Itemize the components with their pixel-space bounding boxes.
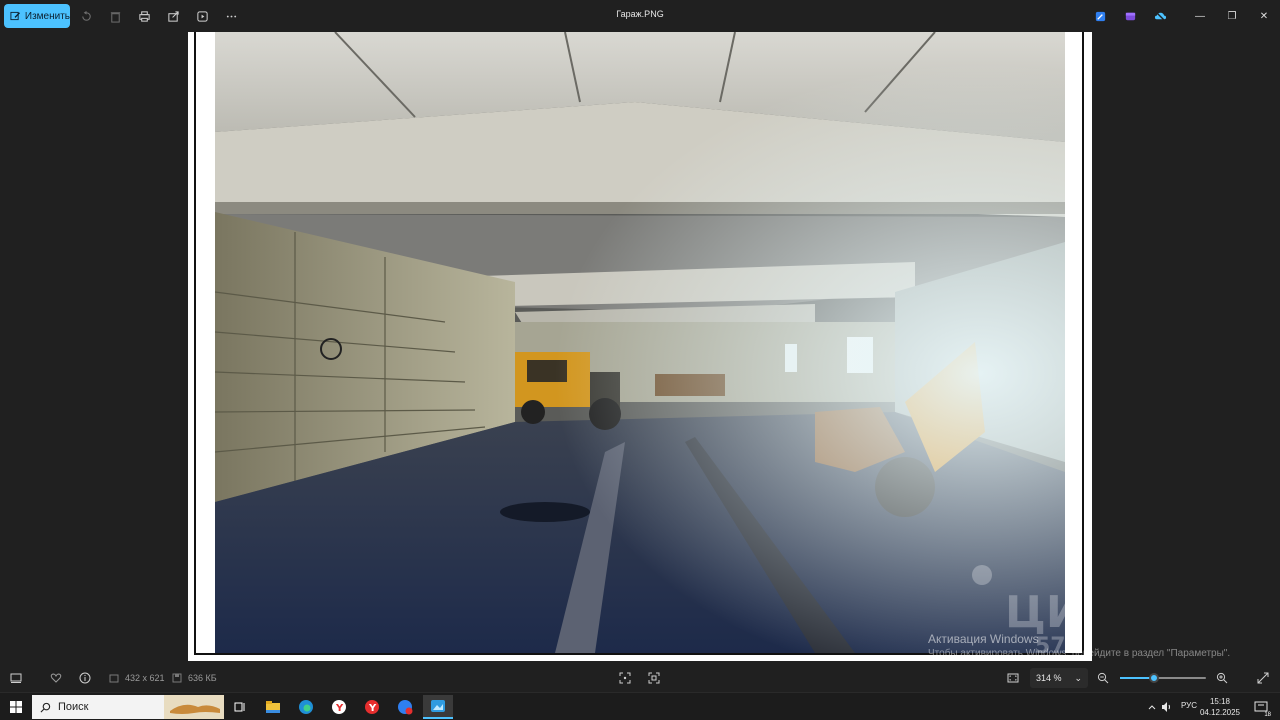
heart-icon bbox=[50, 673, 62, 683]
zoom-slider[interactable] bbox=[1120, 673, 1206, 683]
volume-button[interactable] bbox=[1158, 695, 1176, 719]
messenger-icon bbox=[398, 700, 413, 715]
favorite-button[interactable] bbox=[50, 671, 62, 685]
search-icon bbox=[40, 702, 51, 712]
image-canvas: ЦИАН 57647 Активация Windows Чтобы актив… bbox=[0, 32, 1280, 664]
window-title: Гараж.PNG bbox=[616, 9, 664, 19]
info-button[interactable] bbox=[79, 671, 91, 685]
notification-count: 18 bbox=[1264, 712, 1271, 718]
zoom-in-button[interactable] bbox=[1216, 671, 1228, 685]
speaker-icon bbox=[1162, 702, 1170, 712]
close-button[interactable]: ✕ bbox=[1253, 6, 1275, 26]
dimensions-icon bbox=[109, 674, 119, 683]
task-view-icon bbox=[234, 702, 245, 712]
filmstrip-icon bbox=[10, 673, 22, 683]
notifications-button[interactable]: 18 bbox=[1250, 695, 1272, 719]
search-highlight-art bbox=[164, 695, 224, 719]
clock-time: 15:18 bbox=[1209, 697, 1231, 706]
zoom-out-button[interactable] bbox=[1097, 671, 1109, 685]
taskbar-yandex[interactable]: Y bbox=[325, 695, 353, 719]
svg-text:Y: Y bbox=[335, 703, 344, 714]
fit-view-icon bbox=[619, 672, 631, 684]
taskbar-clock[interactable]: 15:18 04.12.2025 bbox=[1198, 696, 1242, 718]
title-bar: Изменить Гараж.PNG — ❐ ✕ bbox=[0, 0, 1280, 32]
onedrive-off-icon[interactable] bbox=[1150, 6, 1170, 26]
watermark-brand: ЦИАН bbox=[1005, 587, 1065, 638]
activation-subtitle: Чтобы активировать Windows, перейдите в … bbox=[928, 648, 1231, 659]
dimensions-info: 432 x 621 bbox=[108, 671, 165, 685]
crop-view-button[interactable] bbox=[648, 671, 660, 685]
dimensions-text: 432 x 621 bbox=[125, 673, 165, 683]
fullscreen-icon bbox=[1257, 672, 1269, 684]
photos-icon bbox=[431, 700, 445, 712]
editor-app-icon[interactable] bbox=[1090, 6, 1110, 26]
taskbar-search[interactable]: Поиск bbox=[32, 695, 224, 719]
fit-view-button[interactable] bbox=[619, 671, 631, 685]
task-view-button[interactable] bbox=[226, 695, 254, 719]
zoom-out-icon bbox=[1097, 672, 1109, 684]
fullscreen-button[interactable] bbox=[1257, 671, 1269, 685]
info-icon bbox=[79, 672, 91, 684]
yandex-icon: Y bbox=[365, 700, 379, 714]
filmstrip-toggle[interactable] bbox=[10, 671, 22, 685]
zoom-value: 314 % bbox=[1036, 673, 1062, 683]
edge-icon bbox=[299, 700, 313, 714]
status-bar: 432 x 621 636 КБ bbox=[0, 664, 1280, 692]
taskbar-messenger[interactable] bbox=[391, 695, 419, 719]
taskbar-photos[interactable] bbox=[423, 695, 453, 719]
minimize-button[interactable]: — bbox=[1189, 6, 1211, 26]
fit-window-button[interactable] bbox=[1007, 671, 1019, 685]
zoom-in-icon bbox=[1216, 672, 1228, 684]
search-placeholder: Поиск bbox=[58, 701, 89, 713]
activation-title: Активация Windows bbox=[928, 632, 1039, 646]
zoom-select[interactable]: 314 % ⌄ bbox=[1030, 668, 1088, 688]
restore-button[interactable]: ❐ bbox=[1221, 6, 1243, 26]
taskbar-yandex-2[interactable]: Y bbox=[358, 695, 386, 719]
start-button[interactable] bbox=[2, 695, 30, 719]
disk-icon bbox=[172, 673, 182, 683]
taskbar-edge[interactable] bbox=[292, 695, 320, 719]
fit-window-icon bbox=[1007, 673, 1019, 683]
clock-date: 04.12.2025 bbox=[1199, 708, 1241, 717]
crop-view-icon bbox=[648, 672, 660, 684]
taskbar-explorer[interactable] bbox=[259, 695, 287, 719]
chevron-down-icon: ⌄ bbox=[1074, 672, 1082, 683]
clipchamp-icon[interactable] bbox=[1120, 6, 1140, 26]
yandex-browser-icon: Y bbox=[332, 700, 346, 714]
garage-photo: ЦИАН 57647 bbox=[215, 32, 1065, 653]
filesize-info: 636 КБ bbox=[171, 671, 217, 685]
chevron-up-icon bbox=[1148, 705, 1156, 710]
svg-text:Y: Y bbox=[368, 703, 377, 714]
folder-icon bbox=[266, 701, 280, 713]
image-frame: ЦИАН 57647 bbox=[188, 32, 1092, 661]
windows-logo-icon bbox=[10, 701, 22, 713]
language-indicator[interactable]: РУС bbox=[1181, 701, 1197, 710]
filesize-text: 636 КБ bbox=[188, 673, 217, 683]
taskbar: Поиск Y Y РУС 15:18 04.12.2025 18 bbox=[0, 692, 1280, 720]
